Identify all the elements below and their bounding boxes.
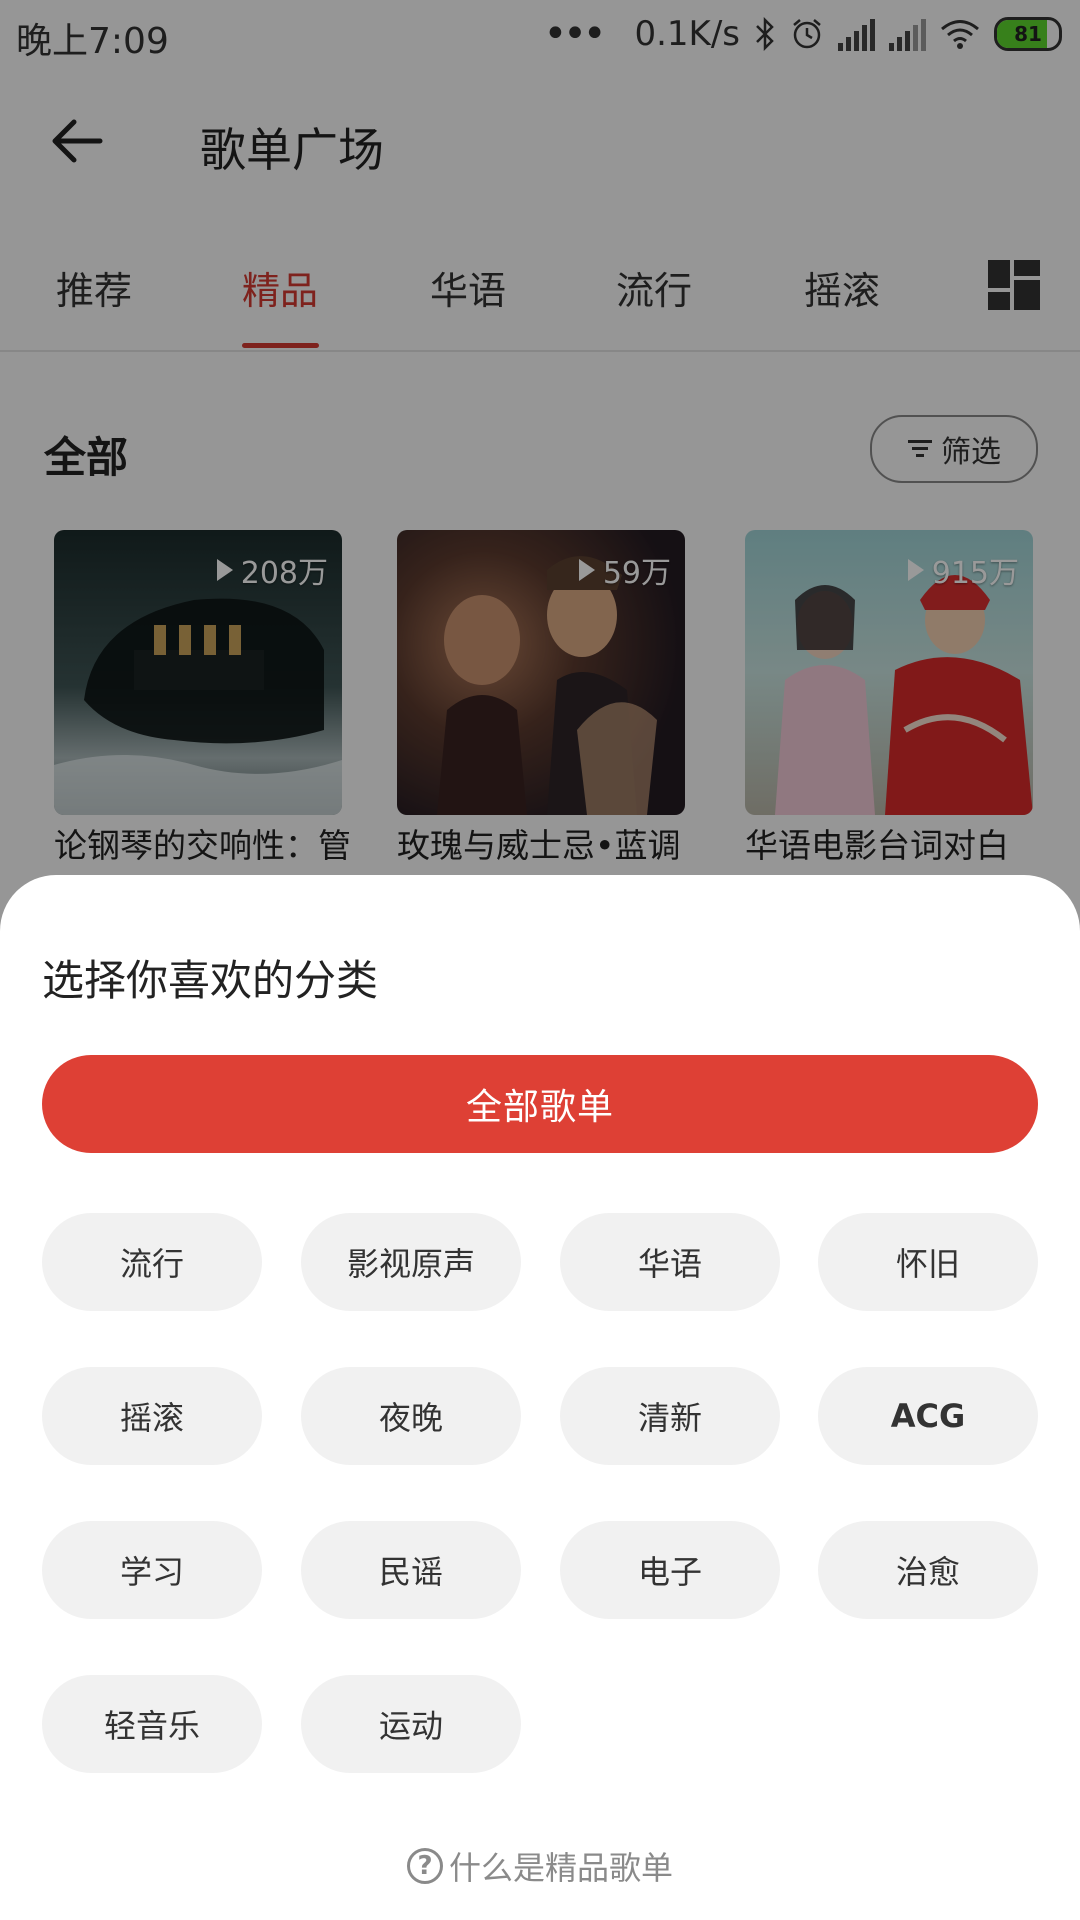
category-chip[interactable]: 运动 bbox=[301, 1675, 521, 1773]
category-chip[interactable]: 民谣 bbox=[301, 1521, 521, 1619]
question-mark-icon: ? bbox=[406, 1848, 443, 1884]
category-picker-sheet: 选择你喜欢的分类 全部歌单 流行 影视原声 华语 怀旧 摇滚 夜晚 清新 ACG… bbox=[0, 875, 1080, 1920]
help-text: 什么是精品歌单 bbox=[448, 1849, 673, 1887]
category-chip[interactable]: 摇滚 bbox=[42, 1367, 262, 1465]
category-chip[interactable]: 轻音乐 bbox=[42, 1675, 262, 1773]
category-chip[interactable]: 清新 bbox=[560, 1367, 780, 1465]
category-chip[interactable]: ACG bbox=[818, 1367, 1038, 1465]
category-chip[interactable]: 华语 bbox=[560, 1213, 780, 1311]
category-chip[interactable]: 治愈 bbox=[818, 1521, 1038, 1619]
category-chip[interactable]: 影视原声 bbox=[301, 1213, 521, 1311]
category-chip[interactable]: 怀旧 bbox=[818, 1213, 1038, 1311]
all-playlists-button[interactable]: 全部歌单 bbox=[42, 1055, 1038, 1153]
help-link[interactable]: ? 什么是精品歌单 bbox=[0, 1843, 1080, 1889]
category-chip[interactable]: 夜晚 bbox=[301, 1367, 521, 1465]
category-chip[interactable]: 电子 bbox=[560, 1521, 780, 1619]
category-chip[interactable]: 学习 bbox=[42, 1521, 262, 1619]
category-chip[interactable]: 流行 bbox=[42, 1213, 262, 1311]
sheet-title: 选择你喜欢的分类 bbox=[42, 956, 379, 1005]
